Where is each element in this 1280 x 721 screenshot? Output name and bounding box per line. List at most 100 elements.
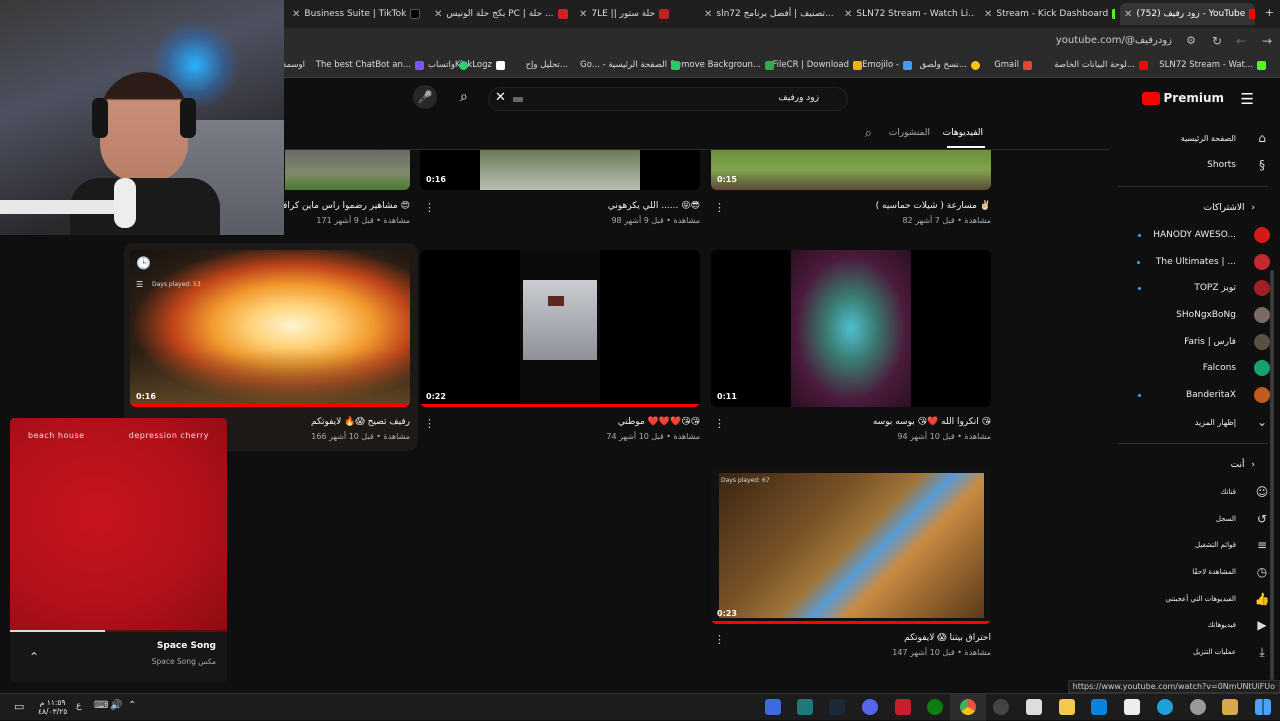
bookmark-chatbot[interactable]: The best ChatBot an... <box>316 60 424 70</box>
close-icon[interactable]: ✕ <box>984 9 992 20</box>
tab-kick-dashboard[interactable]: ✕ Stream - Kick Dashboard <box>980 3 1115 25</box>
video-thumbnail[interactable]: 0:15 <box>711 150 991 190</box>
sidebar-sub-falcons[interactable]: Falcons <box>1110 356 1270 380</box>
network-icon[interactable]: ⌨ <box>94 700 108 711</box>
sidebar-sub-ultimates[interactable]: The Ultimates | ... <box>1110 250 1270 274</box>
bookmark-whatsapp[interactable]: واتساب <box>428 60 468 70</box>
back-icon[interactable]: → <box>1262 34 1272 48</box>
reload-icon[interactable]: ↻ <box>1212 34 1222 48</box>
you-header[interactable]: أنت › <box>1110 460 1255 470</box>
sidebar-item-history[interactable]: السجل ↺ <box>1110 507 1270 531</box>
subscriptions-header[interactable]: الاشتراكات › <box>1110 203 1255 213</box>
bookmark-sln72[interactable]: SLN72 Stream - Wat... <box>1159 60 1266 70</box>
more-options-icon[interactable]: ⋮ <box>714 417 725 430</box>
bookmark-remove-bg[interactable]: Remove Backgroun... <box>670 60 774 70</box>
steam-icon[interactable] <box>829 699 845 715</box>
video-thumbnail[interactable]: 0:22 <box>420 250 700 407</box>
bookmark-analysis[interactable]: تحليل وإح... <box>526 60 568 70</box>
taskbar-clock[interactable]: ١١:٥٩ م ٤٨/٠٣/٢٥ <box>38 698 67 716</box>
video-title[interactable]: موطني ❤️❤️❤️😘😘 <box>618 417 700 427</box>
xbox-icon[interactable] <box>927 699 943 715</box>
sidebar-item-your-channel[interactable]: قناتك ☺ <box>1110 480 1270 504</box>
sidebar-item-watch-later[interactable]: المشاهدة لاحقًا ◷ <box>1110 560 1270 584</box>
tray-chevron-icon[interactable]: ⌃ <box>128 700 136 711</box>
volume-icon[interactable]: 🔊 <box>110 700 122 711</box>
channel-search-icon[interactable]: ⌕ <box>865 126 872 141</box>
sidebar-item-your-videos[interactable]: فيديوهاتك ▶ <box>1110 613 1270 637</box>
bookmark-analytics[interactable]: لوحة البيانات الخاصة... <box>1054 60 1148 70</box>
video-title[interactable]: احتراق بيتنا 😱 لايفوتكم <box>904 633 991 643</box>
close-icon[interactable]: ✕ <box>844 9 852 20</box>
mail-icon[interactable] <box>1091 699 1107 715</box>
forward-icon[interactable]: ← <box>1236 34 1246 48</box>
app-icon[interactable] <box>797 699 813 715</box>
windows-start-icon[interactable] <box>1255 699 1271 715</box>
music-progress-track[interactable] <box>10 630 227 632</box>
more-options-icon[interactable]: ⋮ <box>424 201 435 214</box>
language-icon[interactable]: ع <box>76 701 81 711</box>
bookmark-home[interactable]: Go... - الصفحة الرئيسية <box>580 60 680 70</box>
mic-icon[interactable]: 🎤 <box>413 85 437 109</box>
close-icon[interactable]: ✕ <box>292 9 300 20</box>
sidebar-item-home[interactable]: الصفحة الرئيسية ⌂ <box>1110 126 1270 150</box>
bookmark-filecr[interactable]: FileCR | Download <box>772 60 862 70</box>
store-icon[interactable] <box>1124 699 1140 715</box>
edge-icon[interactable] <box>1157 699 1173 715</box>
sidebar-sub-hanody[interactable]: HANODY AWESO... <box>1110 223 1270 247</box>
sidebar-sub-shongxbong[interactable]: SHoNgxBoNg <box>1110 303 1270 327</box>
close-icon[interactable]: ✕ <box>1124 9 1132 20</box>
video-title[interactable]: مشاهير رضموا راس ماين كرافت 😍 <box>274 201 410 211</box>
more-options-icon[interactable]: ⋮ <box>714 633 725 646</box>
video-title[interactable]: رفيف تصيح 😱🔥 لايفوتكم <box>311 417 410 427</box>
video-thumbnail[interactable]: Days played: 67 0:23 <box>711 467 991 624</box>
notification-icon[interactable]: ▭ <box>14 700 24 713</box>
sidebar-item-shorts[interactable]: Shorts § <box>1110 153 1270 177</box>
settings-icon[interactable] <box>1190 699 1206 715</box>
tab-kick-stream[interactable]: ✕ SLN72 Stream - Watch Li... <box>840 3 975 25</box>
sidebar-sub-faris[interactable]: Faris | فارس <box>1110 330 1270 354</box>
sidebar-item-playlists[interactable]: قوائم التشغيل ≡ <box>1110 533 1270 557</box>
tab-posts[interactable]: المنشورات <box>889 128 930 138</box>
more-options-icon[interactable]: ⋮ <box>424 417 435 430</box>
sidebar-show-more[interactable]: إظهار المزيد ⌄ <box>1110 410 1270 434</box>
bookmark-gmail[interactable]: Gmail <box>994 60 1032 70</box>
close-icon[interactable]: ✕ <box>579 9 587 20</box>
tab-youtube[interactable]: ✕ (752) زود رفيف - YouTube <box>1120 3 1255 25</box>
tab-7le[interactable]: ✕ 7LE || حلة ستور <box>575 3 695 25</box>
sidebar-scrollbar[interactable] <box>1270 270 1274 680</box>
search-box[interactable]: زود ورفيف <box>488 87 848 111</box>
tab-tiktok[interactable]: ✕ Business Suite | TikTok <box>288 3 420 25</box>
video-thumbnail[interactable]: 0:16 <box>420 150 700 190</box>
discord-icon[interactable] <box>862 699 878 715</box>
new-tab-icon[interactable]: + <box>1265 6 1274 19</box>
youtube-logo[interactable]: Premium <box>1142 91 1224 105</box>
sidebar-item-liked[interactable]: الفيديوهات التي أعجبتني 👍 <box>1110 587 1270 611</box>
video-thumbnail[interactable] <box>285 150 410 190</box>
search-icon[interactable]: ⌕ <box>460 89 468 105</box>
video-title[interactable]: انكروا الله ❤️😘 بوسه بوسه 😘 <box>873 417 991 427</box>
file-icon[interactable] <box>1026 699 1042 715</box>
clear-search-icon[interactable]: ✕ <box>495 90 506 105</box>
video-title[interactable]: مسارعة ( شيلات حماسيه ) ✌🏻 <box>876 201 991 211</box>
tab-store[interactable]: ✕ بكج حلة الونيس PC | حلة ... <box>430 3 570 25</box>
sidebar-sub-topz[interactable]: TOPZ تويز <box>1110 276 1270 300</box>
keyboard-icon[interactable] <box>513 97 523 102</box>
site-settings-icon[interactable]: ⚙ <box>1186 34 1196 47</box>
add-to-queue-icon[interactable]: ☰ <box>136 280 143 289</box>
video-thumbnail[interactable]: 🕒 ☰ Days played: 53 0:16 <box>130 250 410 407</box>
url-field[interactable]: youtube.com/@زودرفيف <box>1056 35 1172 46</box>
sidebar-sub-banderitax[interactable]: BanderitaX <box>1110 383 1270 407</box>
video-thumbnail[interactable]: 0:11 <box>711 250 991 407</box>
video-title[interactable]: اللي يكرهوني ...... 😝😎 <box>608 201 700 211</box>
bookmark-copy-paste[interactable]: نسخ ولصق... <box>920 60 980 70</box>
menu-icon[interactable]: ☰ <box>1241 90 1254 108</box>
obs-icon[interactable] <box>993 699 1009 715</box>
bookmark-badges[interactable]: اوسمة <box>282 60 305 70</box>
search-app-icon[interactable] <box>1222 699 1238 715</box>
search-input[interactable]: زود ورفيف <box>778 93 819 103</box>
close-icon[interactable]: ✕ <box>434 9 442 20</box>
tab-sln72[interactable]: ✕ sln72 تصنيف | أفضل برنامج... <box>700 3 835 25</box>
app-icon[interactable] <box>895 699 911 715</box>
sidebar-item-downloads[interactable]: عمليات التنزيل ⤓ <box>1110 640 1270 664</box>
chevron-up-icon[interactable]: ⌃ <box>29 650 39 664</box>
